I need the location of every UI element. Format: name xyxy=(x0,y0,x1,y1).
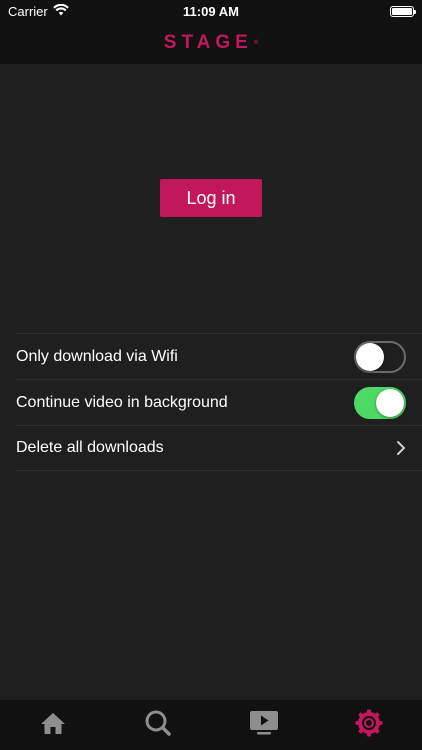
setting-wifi-only: Only download via Wifi xyxy=(16,333,422,379)
home-icon xyxy=(40,711,66,740)
setting-delete-downloads-label: Delete all downloads xyxy=(16,439,164,456)
status-bar: Carrier 11:09 AM xyxy=(0,0,422,22)
battery-icon xyxy=(390,5,416,17)
play-video-icon xyxy=(249,710,279,741)
chevron-right-icon xyxy=(396,440,406,456)
stage-logo: STAGE ® xyxy=(164,32,258,54)
tab-bar xyxy=(0,700,422,750)
logo-text: STAGE xyxy=(163,32,253,53)
login-button[interactable]: Log in xyxy=(160,179,262,217)
battery-level xyxy=(392,7,412,15)
setting-background-video: Continue video in background xyxy=(16,379,422,425)
wifi-icon xyxy=(52,3,69,19)
toggle-knob xyxy=(356,342,384,371)
setting-delete-downloads[interactable]: Delete all downloads xyxy=(16,425,422,471)
settings-list: Only download via Wifi Continue video in… xyxy=(16,333,422,471)
background-video-toggle[interactable] xyxy=(354,386,406,419)
carrier-label: Carrier xyxy=(8,3,48,19)
logo-registered-mark: ® xyxy=(253,40,259,46)
toggle-knob xyxy=(376,388,404,417)
login-area: Log in xyxy=(0,64,422,332)
tab-settings[interactable] xyxy=(339,700,399,750)
nav-bar: STAGE ® xyxy=(0,22,422,64)
setting-background-video-label: Continue video in background xyxy=(16,393,228,411)
wifi-only-toggle[interactable] xyxy=(354,340,406,373)
tab-videos[interactable] xyxy=(234,700,294,750)
gear-icon xyxy=(355,709,383,742)
status-left: Carrier xyxy=(8,3,69,19)
search-icon xyxy=(144,709,172,742)
tab-search[interactable] xyxy=(128,700,188,750)
tab-home[interactable] xyxy=(23,700,83,750)
setting-wifi-only-label: Only download via Wifi xyxy=(16,347,178,365)
